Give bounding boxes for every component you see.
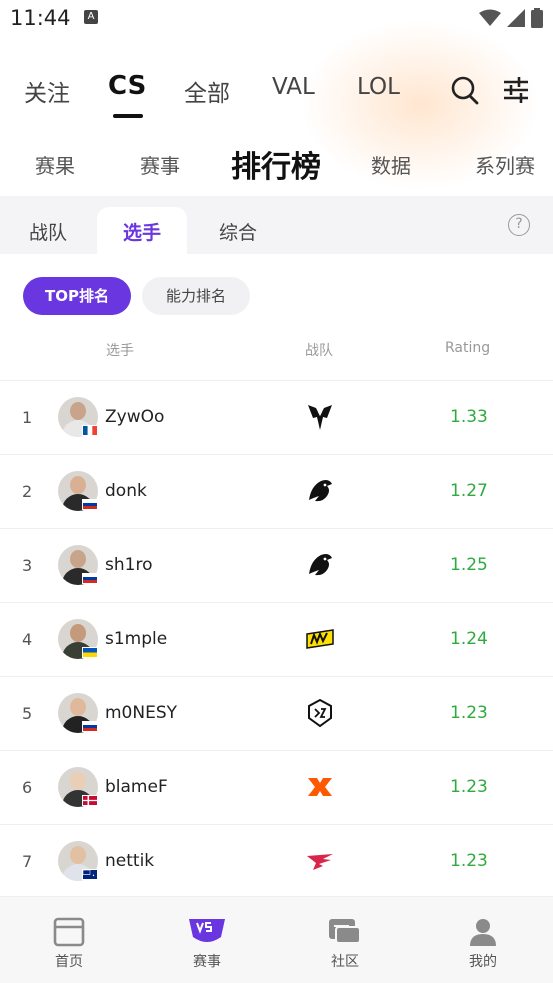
nav-community[interactable]: 社区 xyxy=(305,917,385,971)
nav-matches[interactable]: 赛事 xyxy=(167,917,247,971)
player-row[interactable]: 7 nettik 1.23 xyxy=(0,824,553,898)
notification-badge-icon: A xyxy=(84,10,98,24)
player-rank: 1 xyxy=(22,408,33,427)
tab-val[interactable]: VAL xyxy=(272,74,315,100)
ability-ranking-pill[interactable]: 能力排名 xyxy=(142,277,250,315)
player-row[interactable]: 3 sh1ro 1.25 xyxy=(0,528,553,602)
g2-logo-icon xyxy=(308,698,332,728)
ranking-type-segments: 战队 选手 综合 ? xyxy=(0,196,553,254)
segment-players[interactable]: 选手 xyxy=(123,218,161,245)
tab-stats[interactable]: 数据 xyxy=(371,150,411,179)
player-name: blameF xyxy=(105,777,168,797)
segment-overall[interactable]: 综合 xyxy=(219,218,257,245)
player-row[interactable]: 2 donk 1.27 xyxy=(0,454,553,528)
tab-results[interactable]: 赛果 xyxy=(35,150,75,179)
player-rank: 2 xyxy=(22,482,33,501)
player-rank: 5 xyxy=(22,704,33,723)
player-name: ZywOo xyxy=(105,407,165,427)
player-rank: 3 xyxy=(22,556,33,575)
russia-flag-icon xyxy=(82,499,98,510)
status-indicators xyxy=(479,8,543,28)
nav-home[interactable]: 首页 xyxy=(29,917,109,971)
player-rating: 1.25 xyxy=(450,555,488,575)
nav-matches-label: 赛事 xyxy=(193,954,221,970)
signal-icon xyxy=(507,9,525,27)
fnatic-logo-icon xyxy=(308,778,332,796)
game-tabs: 关注 CS 全部 VAL LOL xyxy=(0,66,553,122)
user-profile-icon xyxy=(470,919,496,946)
russia-flag-icon xyxy=(82,573,98,584)
player-rating: 1.33 xyxy=(450,407,488,427)
player-rank: 6 xyxy=(22,778,33,797)
australia-flag-icon xyxy=(82,869,98,880)
player-name: nettik xyxy=(105,851,155,871)
tab-cs[interactable]: CS xyxy=(108,71,146,101)
player-row[interactable]: 6 blameF 1.23 xyxy=(0,750,553,824)
column-header-team: 战队 xyxy=(305,343,333,359)
segment-teams[interactable]: 战队 xyxy=(29,218,67,245)
player-rating: 1.23 xyxy=(450,851,488,871)
player-row[interactable]: 4 s1mple 1.24 xyxy=(0,602,553,676)
tab-series[interactable]: 系列赛 xyxy=(475,150,535,179)
player-name: m0NESY xyxy=(105,703,178,723)
tab-events[interactable]: 赛事 xyxy=(140,150,180,179)
column-header-rating: Rating xyxy=(445,340,491,356)
vs-matches-icon xyxy=(189,919,225,942)
player-rating: 1.23 xyxy=(450,777,488,797)
battery-icon xyxy=(531,8,543,28)
player-row[interactable]: 5 m0NESY 1.23 xyxy=(0,676,553,750)
player-name: s1mple xyxy=(105,629,168,649)
spirit-logo-icon xyxy=(309,554,332,576)
france-flag-icon xyxy=(82,425,98,436)
vitality-logo-icon xyxy=(308,405,332,430)
bottom-navigation: 首页 赛事 社区 我的 xyxy=(0,896,553,983)
active-tab-underline xyxy=(113,114,143,118)
chat-bubble-icon xyxy=(329,919,361,944)
section-tabs: 赛果 赛事 排行榜 数据 系列赛 xyxy=(0,136,553,192)
home-icon xyxy=(53,917,85,947)
falcons-logo-icon xyxy=(307,854,333,870)
tab-all[interactable]: 全部 xyxy=(184,74,230,108)
top-ranking-pill[interactable]: TOP排名 xyxy=(23,277,131,315)
tab-follow[interactable]: 关注 xyxy=(24,74,70,108)
player-rating: 1.27 xyxy=(450,481,488,501)
player-name: sh1ro xyxy=(105,555,153,575)
denmark-flag-icon xyxy=(82,795,98,806)
nav-profile[interactable]: 我的 xyxy=(443,917,523,971)
ukraine-flag-icon xyxy=(82,647,98,658)
help-icon[interactable]: ? xyxy=(508,214,530,236)
tab-rankings[interactable]: 排行榜 xyxy=(231,142,321,186)
search-icon[interactable] xyxy=(451,75,479,105)
wifi-icon xyxy=(479,9,501,26)
player-name: donk xyxy=(105,481,147,501)
status-time: 11:44 xyxy=(10,6,71,30)
nav-community-label: 社区 xyxy=(331,954,359,970)
tab-lol[interactable]: LOL xyxy=(357,74,400,100)
filter-settings-icon[interactable] xyxy=(502,75,530,105)
player-rating: 1.23 xyxy=(450,703,488,723)
player-rank: 4 xyxy=(22,630,33,649)
player-rank: 7 xyxy=(22,852,33,871)
nav-profile-label: 我的 xyxy=(469,954,497,970)
player-ranking-list: 1 ZywOo 1.33 2 donk 1.27 3 sh1ro 1.25 4 … xyxy=(0,380,553,898)
nav-home-label: 首页 xyxy=(55,954,83,970)
player-rating: 1.24 xyxy=(450,629,488,649)
spirit-logo-icon xyxy=(309,480,332,502)
russia-flag-icon xyxy=(82,721,98,732)
column-header-player: 选手 xyxy=(106,343,134,359)
player-row[interactable]: 1 ZywOo 1.33 xyxy=(0,380,553,454)
navi-logo-icon xyxy=(306,629,334,649)
